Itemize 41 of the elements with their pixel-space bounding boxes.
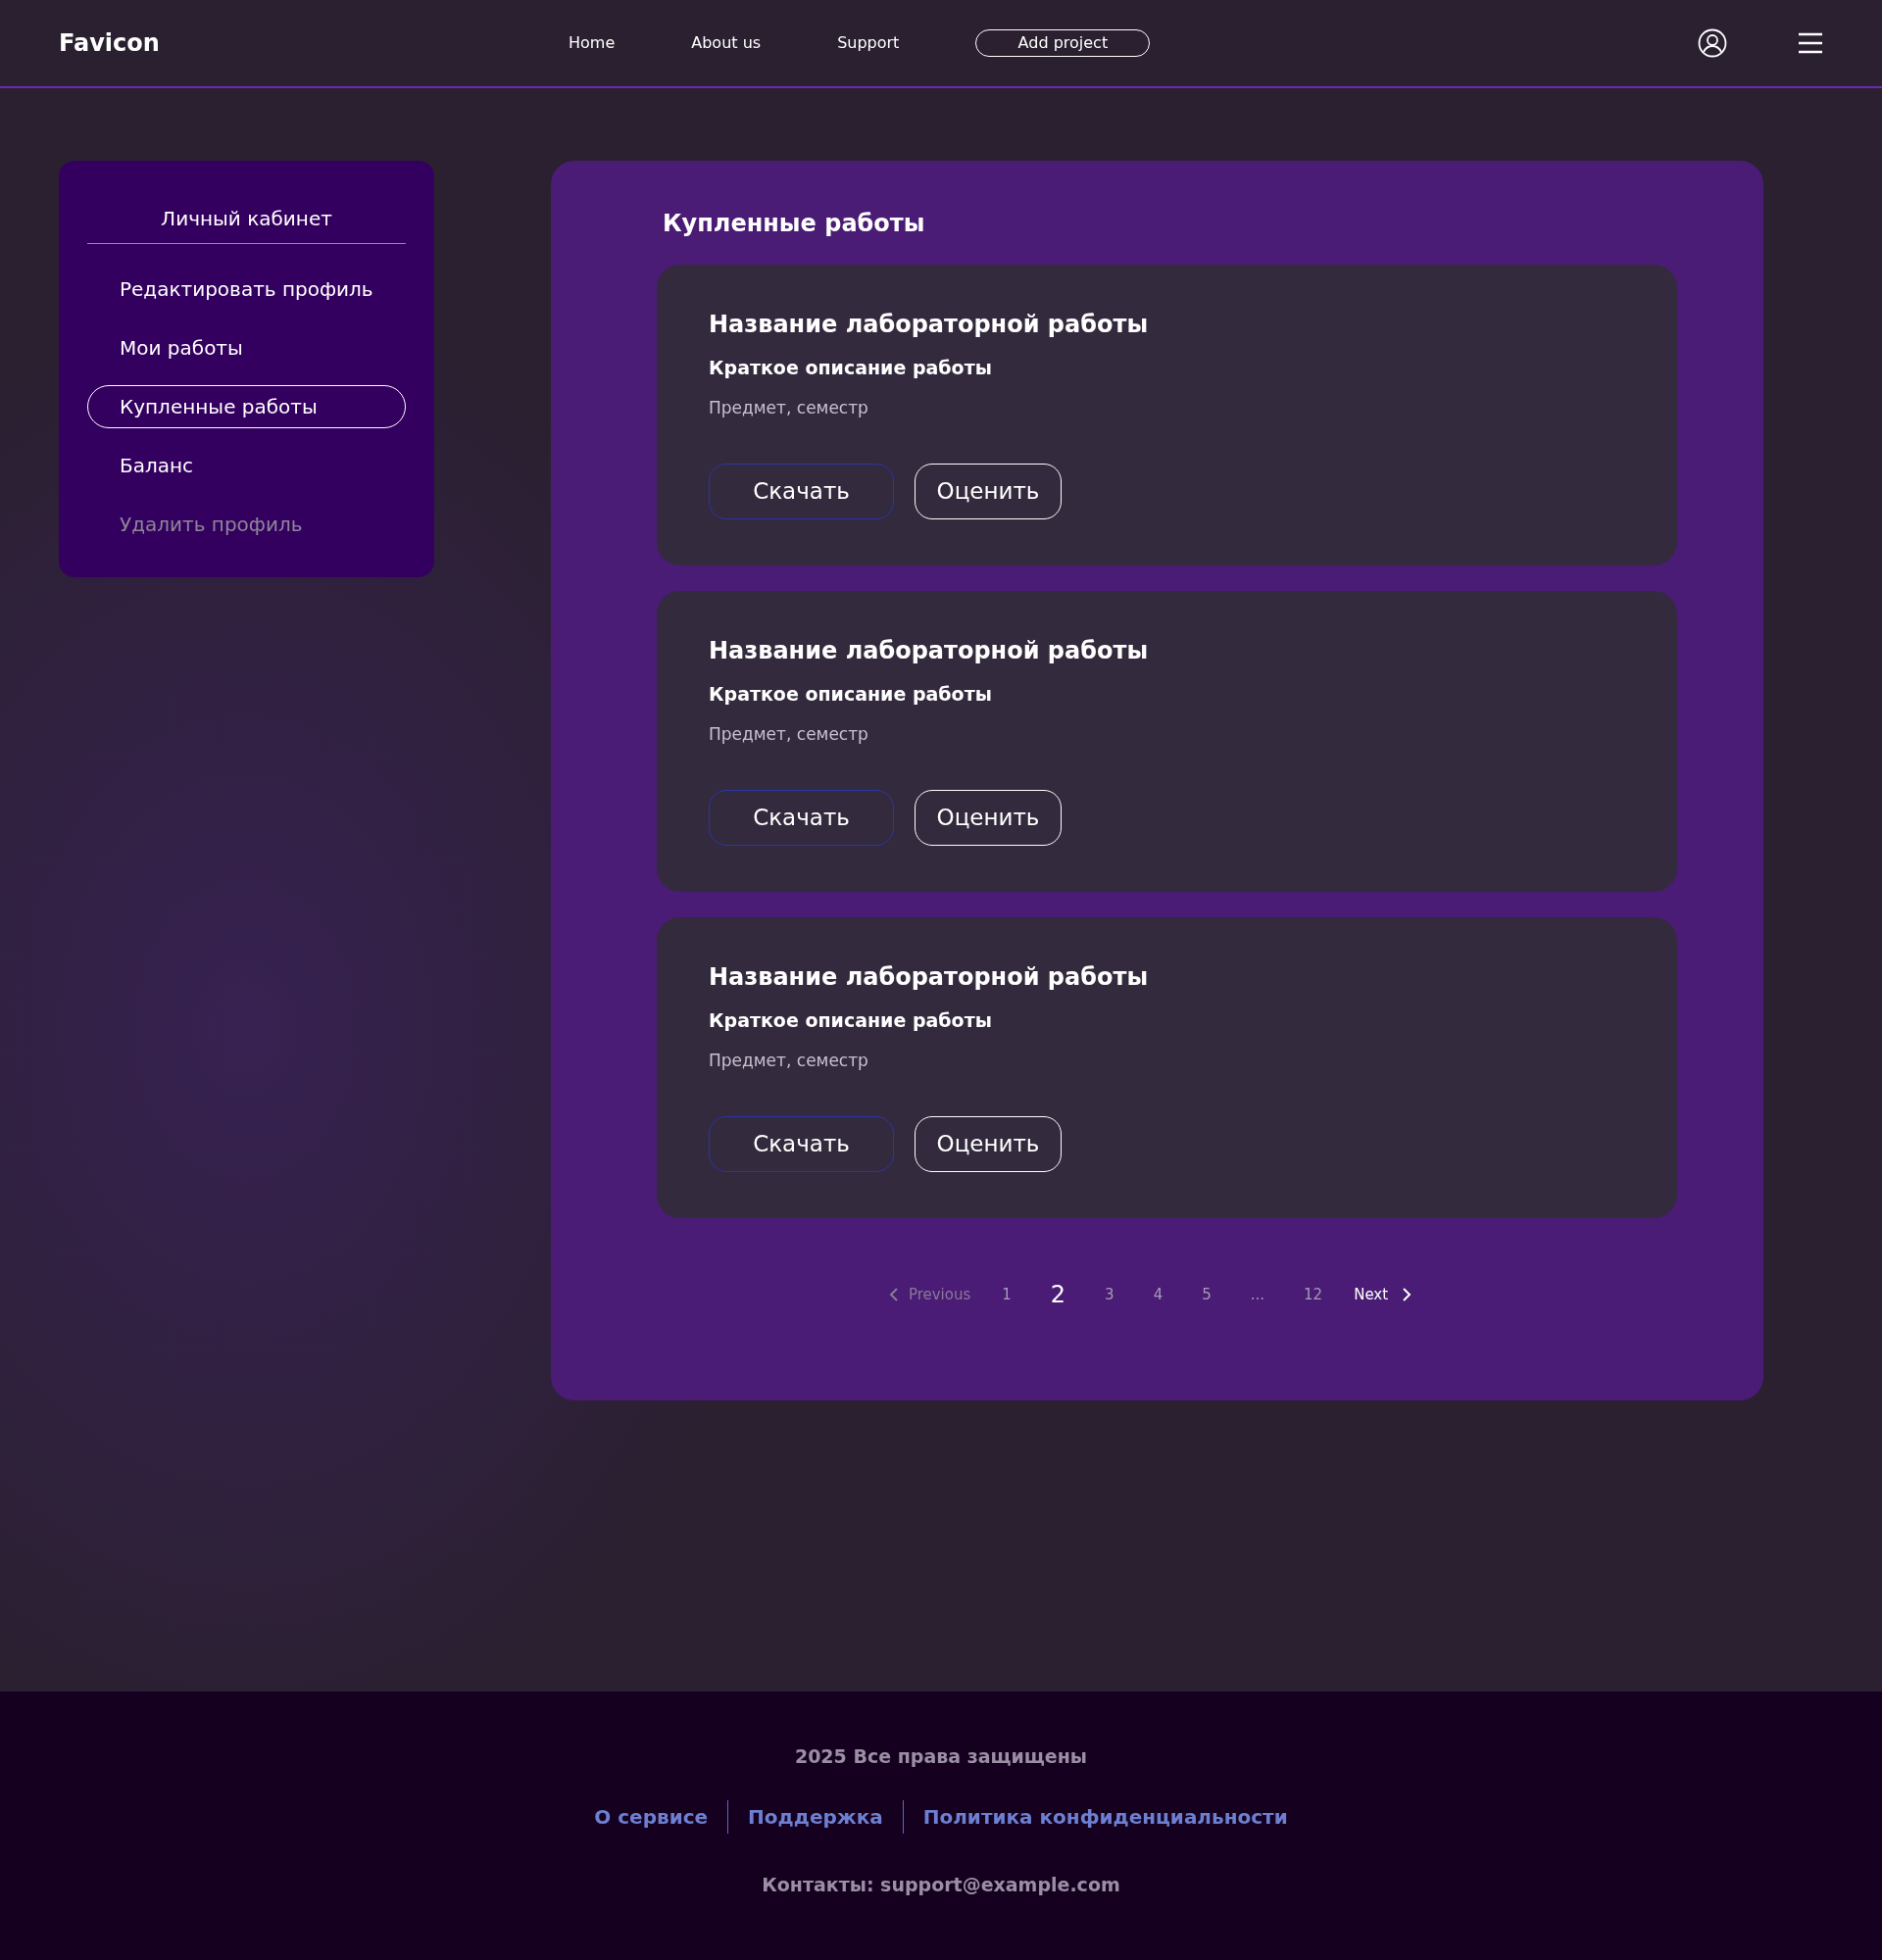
rate-button[interactable]: Оценить (915, 790, 1062, 846)
user-account-icon[interactable] (1698, 28, 1727, 58)
menu-icon[interactable] (1798, 32, 1823, 54)
sidebar-item[interactable]: Мои работы (87, 326, 406, 369)
work-meta: Предмет, семестр (709, 722, 869, 746)
page-number[interactable]: 1 (994, 1283, 1019, 1306)
work-title: Название лабораторной работы (709, 310, 1150, 340)
next-page-button[interactable]: Next (1354, 1283, 1412, 1306)
sidebar-item[interactable]: Баланс (87, 444, 406, 487)
work-title: Название лабораторной работы (709, 636, 1150, 666)
work-description: Краткое описание работы (709, 1008, 993, 1033)
chevron-right-icon (1402, 1288, 1412, 1301)
copyright-text: 2025 Все права защищены (794, 1744, 1088, 1769)
logo[interactable]: Favicon (59, 25, 569, 61)
work-description: Краткое описание работы (709, 356, 993, 380)
rate-button[interactable]: Оценить (915, 464, 1062, 519)
sidebar-title: Личный кабинет (160, 206, 333, 232)
contacts-text: Контакты: support@example.com (762, 1872, 1120, 1897)
page-number[interactable]: 3 (1097, 1283, 1122, 1306)
footer-link[interactable]: Политика конфиденциальности (922, 1801, 1288, 1832)
page-number[interactable]: 4 (1145, 1283, 1171, 1306)
chevron-left-icon (888, 1288, 899, 1301)
work-meta: Предмет, семестр (709, 1049, 869, 1072)
page-heading: Купленные работы (663, 209, 926, 239)
footer-link[interactable]: Поддержка (748, 1801, 883, 1832)
rate-button[interactable]: Оценить (915, 1116, 1062, 1172)
page-number[interactable]: 12 (1296, 1283, 1331, 1306)
nav-link[interactable]: About us (691, 31, 762, 55)
download-button[interactable]: Скачать (709, 790, 894, 846)
nav-link[interactable]: Support (837, 31, 900, 55)
sidebar-item[interactable]: Редактировать профиль (87, 268, 406, 311)
page-number[interactable]: ... (1242, 1283, 1273, 1306)
work-meta: Предмет, семестр (709, 396, 869, 419)
download-button[interactable]: Скачать (709, 464, 894, 519)
work-description: Краткое описание работы (709, 682, 993, 707)
download-button[interactable]: Скачать (709, 1116, 894, 1172)
work-title: Название лабораторной работы (709, 962, 1150, 993)
nav-link[interactable]: Home (569, 31, 616, 55)
page-number[interactable]: 2 (1042, 1277, 1074, 1312)
footer-link[interactable]: О сервисе (594, 1801, 709, 1832)
page-number[interactable]: 5 (1194, 1283, 1219, 1306)
